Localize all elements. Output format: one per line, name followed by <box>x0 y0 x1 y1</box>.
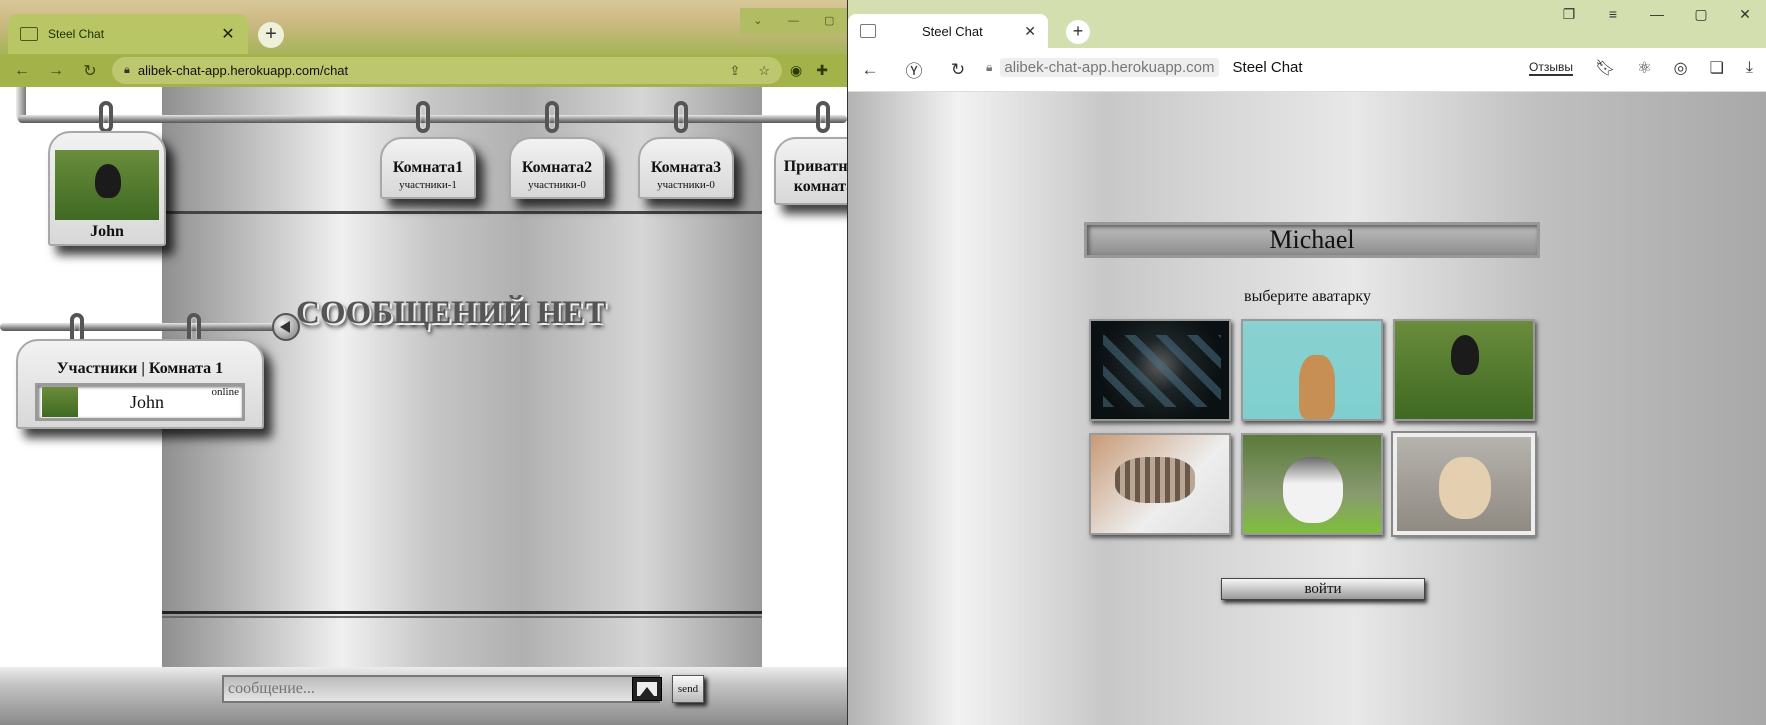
right-window-controls: ❐ ≡ — ▢ ✕ <box>1547 6 1766 23</box>
left-tab-bar: Steel Chat ✕ + ⌄ — ▢ <box>0 0 847 54</box>
room-members-count: участники-1 <box>399 179 457 191</box>
extension-icon[interactable]: ◎ <box>1674 58 1688 78</box>
no-messages-heading: СООБЩЕНИЙ НЕТ <box>296 295 607 331</box>
lock-icon: 🔒︎ <box>986 60 993 74</box>
room-title: Комната3 <box>650 159 722 176</box>
left-tab-title: Steel Chat <box>48 27 105 41</box>
minimize-icon[interactable]: — <box>776 8 812 34</box>
minimize-icon[interactable]: — <box>1635 6 1679 23</box>
close-window-icon[interactable]: ✕ <box>1723 6 1766 23</box>
member-avatar <box>42 387 78 417</box>
avatar-option-tabby-kitten[interactable] <box>1089 433 1231 535</box>
right-url: alibek-chat-app.herokuapp.com <box>1000 58 1219 77</box>
close-tab-icon[interactable]: ✕ <box>220 24 236 44</box>
right-tab-bar: Steel Chat ✕ + ❐ ≡ — ▢ ✕ <box>848 0 1766 48</box>
top-pipe-rail <box>18 115 847 123</box>
avatar-option-raccoon[interactable] <box>1089 319 1231 421</box>
forward-icon[interactable]: → <box>44 62 68 80</box>
current-user-tag[interactable]: John <box>48 131 166 246</box>
new-tab-button[interactable]: + <box>258 22 284 48</box>
hanger-ring <box>816 101 830 133</box>
menu-icon[interactable]: ≡ <box>1591 6 1635 23</box>
download-icon[interactable]: ⤓ <box>1746 59 1753 77</box>
hanger-ring <box>99 101 113 133</box>
right-tab-title: Steel Chat <box>922 23 983 39</box>
hanger-ring <box>416 101 430 133</box>
desktop: Steel Chat ✕ + ⌄ — ▢ ← → ↻ 🔒︎ alibek-cha… <box>0 0 1766 725</box>
lock-icon: 🔒︎ <box>124 64 130 76</box>
close-tab-icon[interactable]: ✕ <box>1024 23 1036 40</box>
private-room-title: Приватная комната <box>783 158 847 195</box>
puzzle-icon[interactable]: ✚ <box>816 62 828 79</box>
right-address-bar[interactable]: 🔒︎ alibek-chat-app.herokuapp.com Steel C… <box>986 58 1303 77</box>
avatar-option-husky-puppy[interactable] <box>1241 433 1383 535</box>
avatar-option-fluffy-puppy-selected[interactable] <box>1391 431 1537 537</box>
divider <box>162 211 762 214</box>
login-page: выберите аватарку войти <box>848 92 1766 725</box>
bookmarks-panel-icon[interactable]: ❐ <box>1547 6 1591 23</box>
bookmark-icon[interactable]: 🔖︎ <box>1595 58 1615 78</box>
reload-icon[interactable]: ↻ <box>78 61 102 81</box>
room-members-count: участники-0 <box>528 179 586 191</box>
divider <box>162 611 762 614</box>
user-avatar <box>55 150 159 220</box>
member-row[interactable]: John online <box>35 383 245 421</box>
yandex-icon[interactable]: Ⓨ <box>892 57 936 82</box>
room-tag-1[interactable]: Комната1 участники-1 <box>380 137 476 199</box>
hanger-ring <box>545 101 559 133</box>
room-title: Комната2 <box>521 159 593 176</box>
star-icon[interactable]: ☆ <box>758 63 770 79</box>
private-room-tag[interactable]: Приватная комната <box>774 137 847 205</box>
left-browser-window: Steel Chat ✕ + ⌄ — ▢ ← → ↻ 🔒︎ alibek-cha… <box>0 0 847 725</box>
room-members-count: участники-0 <box>657 179 715 191</box>
reviews-button[interactable]: Отзывы <box>1528 60 1573 76</box>
right-tab-steel-chat[interactable]: Steel Chat ✕ <box>848 14 1048 48</box>
image-upload-icon[interactable] <box>632 677 662 701</box>
left-window-controls: ⌄ — ▢ <box>740 8 847 34</box>
members-title: Участники | Комната 1 <box>56 360 224 377</box>
back-icon[interactable]: ← <box>848 60 892 80</box>
member-status: online <box>211 386 240 398</box>
extensions-area: ◉ ✚ <box>790 62 828 79</box>
chat-page: John Комната1 участники-1 Комната2 участ… <box>0 87 847 725</box>
name-input[interactable] <box>1084 222 1540 258</box>
login-button[interactable]: войти <box>1221 578 1425 600</box>
share-icon[interactable]: ⇪ <box>729 63 740 79</box>
right-toolbar-actions: Отзывы 🔖︎ ⚛ ◎ ❏ ⤓ <box>1528 58 1766 78</box>
avatar-option-kitten-grass[interactable] <box>1393 319 1535 421</box>
message-input[interactable] <box>222 675 660 703</box>
room-tag-2[interactable]: Комната2 участники-0 <box>509 137 605 199</box>
left-address-bar[interactable]: 🔒︎ alibek-chat-app.herokuapp.com/chat ⇪ … <box>112 57 782 84</box>
right-browser-window: Steel Chat ✕ + ❐ ≡ — ▢ ✕ ← Ⓨ ↻ 🔒︎ alibek… <box>847 0 1766 725</box>
maximize-icon[interactable]: ▢ <box>1679 6 1723 23</box>
collections-icon[interactable]: ❏ <box>1710 58 1724 78</box>
chevron-down-icon[interactable]: ⌄ <box>740 8 776 34</box>
reload-icon[interactable]: ↻ <box>936 60 980 80</box>
member-name: John <box>130 392 165 412</box>
middle-pipe-rail <box>0 323 290 331</box>
favicon-icon <box>20 27 38 41</box>
left-tab-steel-chat[interactable]: Steel Chat ✕ <box>8 14 248 54</box>
divider <box>162 616 762 618</box>
extension-icon[interactable]: ◉ <box>790 62 802 79</box>
new-tab-button[interactable]: + <box>1066 20 1090 44</box>
room-tag-3[interactable]: Комната3 участники-0 <box>638 137 734 199</box>
left-url: alibek-chat-app.herokuapp.com/chat <box>137 63 349 78</box>
avatar-option-kitten-waving[interactable] <box>1241 319 1383 421</box>
react-devtools-icon[interactable]: ⚛ <box>1637 58 1651 78</box>
right-toolbar: ← Ⓨ ↻ 🔒︎ alibek-chat-app.herokuapp.com S… <box>848 48 1766 92</box>
members-panel: Участники | Комната 1 John online <box>16 339 264 429</box>
back-icon[interactable]: ← <box>10 62 34 80</box>
room-title: Комната1 <box>392 159 464 176</box>
user-name: John <box>90 223 124 240</box>
message-composer: send <box>0 667 847 725</box>
favicon-icon <box>860 24 876 38</box>
right-page-title: Steel Chat <box>1232 59 1303 76</box>
send-button[interactable]: send <box>672 675 704 703</box>
left-toolbar: ← → ↻ 🔒︎ alibek-chat-app.herokuapp.com/c… <box>0 54 847 87</box>
maximize-icon[interactable]: ▢ <box>811 8 847 34</box>
choose-avatar-label: выберите аватарку <box>1244 288 1371 305</box>
hanger-ring <box>674 101 688 133</box>
